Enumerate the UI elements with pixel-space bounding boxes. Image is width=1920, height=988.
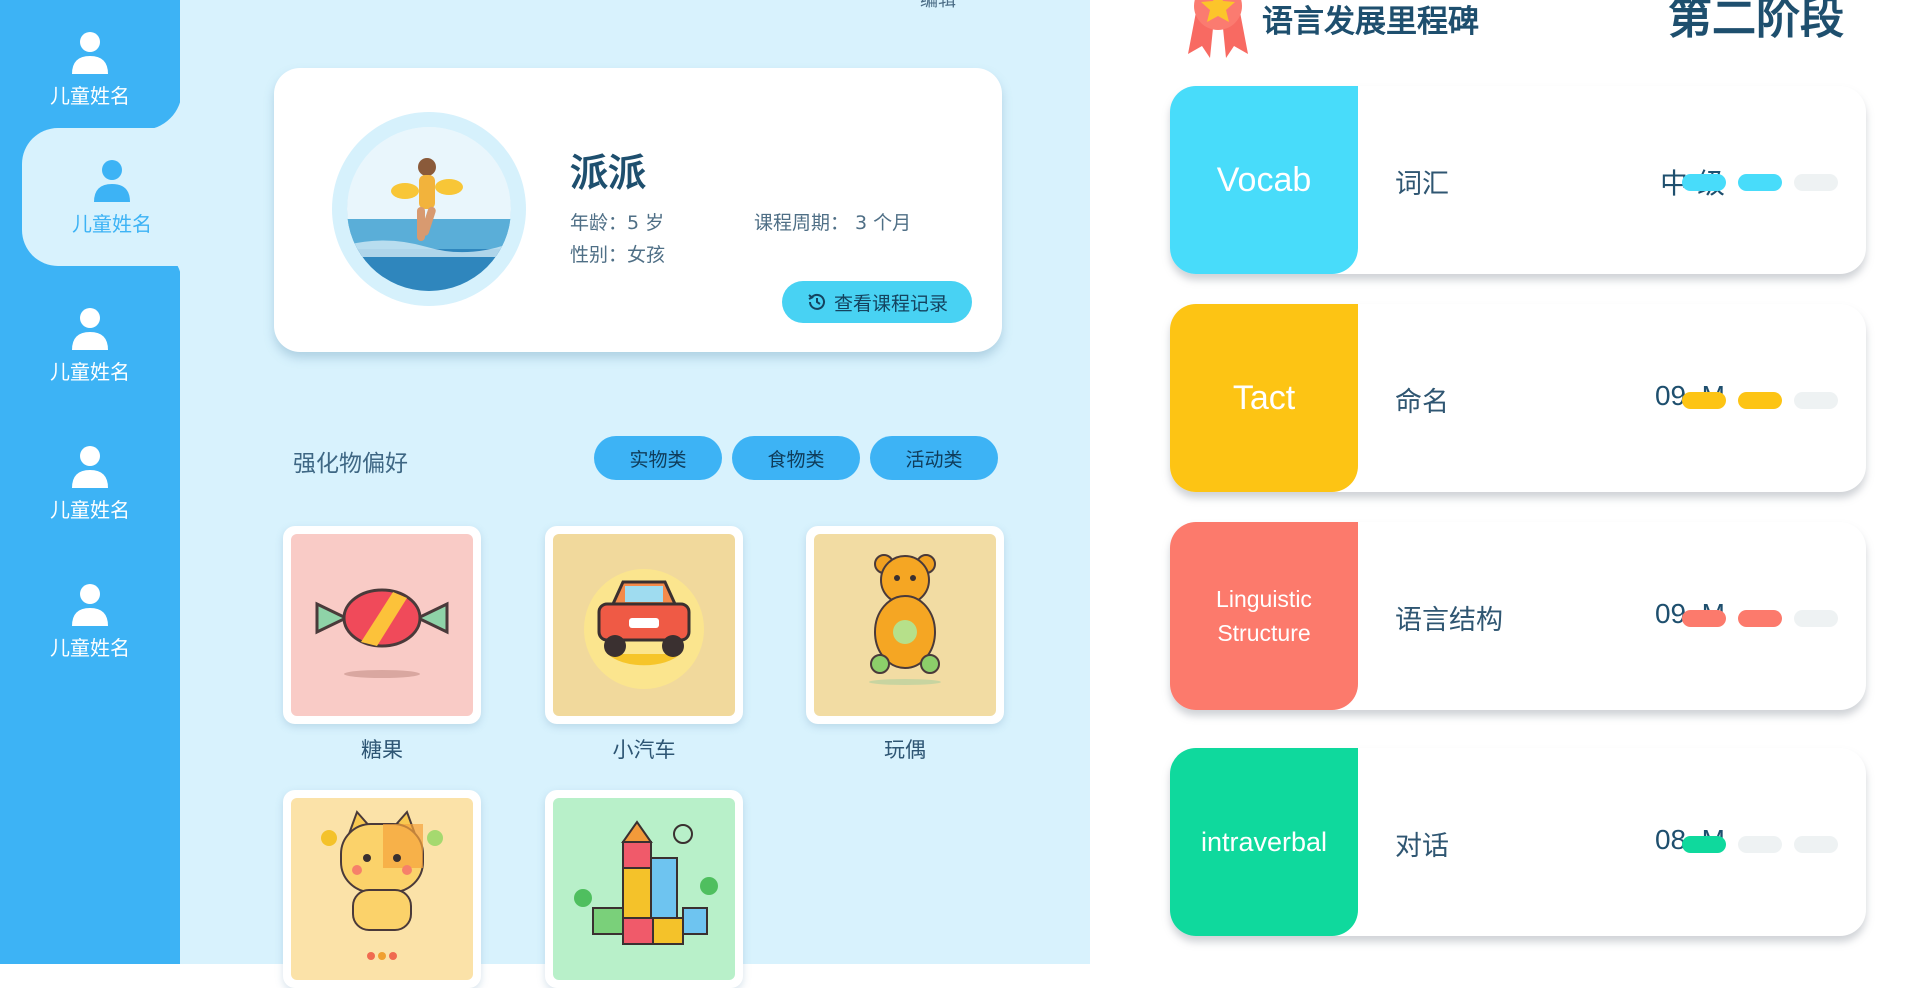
- milestone-card-intraverbal[interactable]: intraverbal 对话 08–M: [1170, 748, 1866, 936]
- progress-segment-filled: [1738, 174, 1782, 191]
- person-icon: [72, 31, 108, 74]
- progress-segment-empty: [1794, 174, 1838, 191]
- person-icon: [94, 159, 130, 202]
- milestone-name: 对话: [1395, 831, 1449, 862]
- child-gender: 性别：女孩: [570, 244, 666, 266]
- preference-item-candy[interactable]: [283, 526, 481, 724]
- sidebar-item-label: 儿童姓名: [50, 497, 130, 522]
- stage-title: 第二阶段: [1668, 0, 1844, 44]
- teddy-bear-icon: [869, 554, 941, 685]
- preference-item-toy-car[interactable]: [545, 526, 743, 724]
- progress-segment-filled: [1738, 610, 1782, 627]
- cat-toy-icon: [321, 810, 443, 960]
- progress-segment-filled: [1682, 610, 1726, 627]
- preference-label: 小汽车: [612, 738, 676, 762]
- person-icon: [72, 445, 108, 488]
- toy-car-icon: [584, 569, 704, 689]
- history-icon: [808, 293, 825, 310]
- preference-label: 糖果: [361, 738, 403, 762]
- person-icon: [72, 307, 108, 350]
- progress-segment-filled: [1682, 836, 1726, 853]
- milestone-tag: Tact: [1170, 304, 1358, 492]
- tab-objects[interactable]: 实物类: [594, 436, 722, 480]
- avatar-ring: [332, 112, 526, 306]
- preference-item-cat-toy[interactable]: [283, 790, 481, 988]
- milestone-card-tact[interactable]: Tact 命名 09–M: [1170, 304, 1866, 492]
- milestones-panel: 语言发展里程碑 第二阶段 Vocab 词汇 中 级 Tact 命名 09–M L…: [1090, 0, 1920, 964]
- child-profile-panel: 编辑 派派 年龄：5 岁 性别：女孩 课程周期： 3 个月 查看课程记录 强化物…: [180, 0, 1090, 988]
- progress-segment-filled: [1738, 392, 1782, 409]
- milestone-tag: intraverbal: [1170, 748, 1358, 936]
- sidebar: 儿童姓名 儿童姓名 儿童姓名 儿童姓名 儿童姓名: [0, 0, 202, 964]
- tab-food[interactable]: 食物类: [732, 436, 860, 480]
- candy-icon: [315, 588, 449, 678]
- tab-activities[interactable]: 活动类: [870, 436, 998, 480]
- sidebar-item-child[interactable]: 儿童姓名: [0, 276, 180, 414]
- progress-segment-empty: [1794, 836, 1838, 853]
- building-blocks-icon: [574, 820, 718, 945]
- progress-segment-empty: [1738, 836, 1782, 853]
- milestone-name: 命名: [1395, 387, 1449, 418]
- child-photo: [347, 127, 511, 291]
- milestone-tag: Vocab: [1170, 86, 1358, 274]
- milestone-name: 语言结构: [1395, 605, 1503, 636]
- child-age: 年龄：5 岁: [570, 212, 665, 234]
- milestone-card-vocab[interactable]: Vocab 词汇 中 级: [1170, 86, 1866, 274]
- progress-segment-empty: [1794, 610, 1838, 627]
- profile-card: 派派 年龄：5 岁 性别：女孩 课程周期： 3 个月 查看课程记录: [274, 68, 1002, 352]
- award-ribbon-icon: [1188, 0, 1248, 58]
- course-period: 课程周期： 3 个月: [754, 212, 912, 234]
- edit-link[interactable]: 编辑: [920, 0, 956, 12]
- child-name: 派派: [570, 151, 647, 195]
- milestone-name: 词汇: [1395, 169, 1449, 200]
- sidebar-item-child[interactable]: 儿童姓名: [0, 552, 180, 690]
- view-course-history-button[interactable]: 查看课程记录: [782, 281, 972, 323]
- sidebar-item-child[interactable]: 儿童姓名: [0, 414, 180, 552]
- preferences-title: 强化物偏好: [293, 451, 408, 477]
- sidebar-item-label: 儿童姓名: [72, 211, 152, 236]
- milestone-card-linguistic-structure[interactable]: Linguistic Structure 语言结构 09–M: [1170, 522, 1866, 710]
- preference-item-building-blocks[interactable]: [545, 790, 743, 988]
- preference-item-teddy-bear[interactable]: [806, 526, 1004, 724]
- milestones-title: 语言发展里程碑: [1262, 4, 1479, 40]
- sidebar-item-label: 儿童姓名: [50, 359, 130, 384]
- progress-segment-empty: [1794, 392, 1838, 409]
- sidebar-item-label: 儿童姓名: [50, 83, 130, 108]
- progress-segment-filled: [1682, 174, 1726, 191]
- avatar: [347, 127, 511, 291]
- sidebar-item-child-active[interactable]: 儿童姓名: [22, 128, 202, 266]
- milestone-tag: Linguistic Structure: [1170, 522, 1358, 710]
- preference-label: 玩偶: [884, 738, 926, 762]
- sidebar-item-label: 儿童姓名: [50, 635, 130, 660]
- person-icon: [72, 583, 108, 626]
- history-button-label: 查看课程记录: [833, 292, 948, 315]
- progress-segment-filled: [1682, 392, 1726, 409]
- sidebar-item-child[interactable]: 儿童姓名: [0, 0, 180, 138]
